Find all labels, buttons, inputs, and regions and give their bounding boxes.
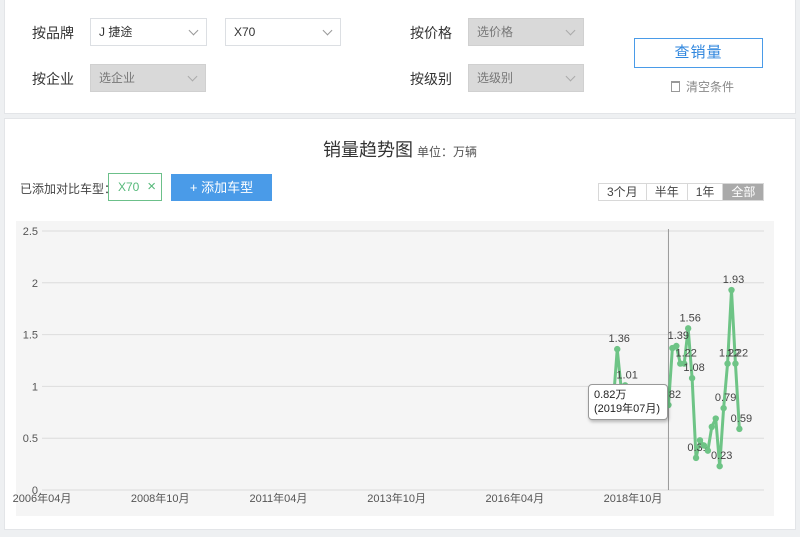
x-tick-label: 2013年10月 xyxy=(367,491,426,505)
y-tick-label: 1.5 xyxy=(23,330,38,342)
x-tick-label: 2016年04月 xyxy=(485,491,544,505)
chart-tooltip: 0.82万 (2019年07月) xyxy=(588,384,668,420)
data-point xyxy=(708,423,715,431)
data-point xyxy=(732,360,739,367)
data-point xyxy=(716,462,723,470)
data-label: 1.56 xyxy=(679,312,700,324)
tooltip-date: (2019年07月) xyxy=(594,403,661,415)
data-label: 0.59 xyxy=(731,413,752,425)
x-tick-label: 2011年04月 xyxy=(249,491,307,505)
tooltip-value: 0.82万 xyxy=(594,389,627,401)
data-label: 1.01 xyxy=(616,369,637,381)
data-point xyxy=(728,286,735,294)
sales-trend-chart: 00.511.522.52006年04月 2008年10月 2011年04月 2013… xyxy=(13,221,774,516)
data-label: 0.79 xyxy=(715,392,736,404)
data-label: 1.36 xyxy=(609,333,630,345)
y-tick-label: 1 xyxy=(32,381,38,393)
data-point xyxy=(720,404,727,412)
data-point xyxy=(712,415,719,422)
x-tick-label: 2006年04月 xyxy=(13,491,72,505)
data-point xyxy=(692,454,700,462)
y-tick-label: 2.5 xyxy=(23,226,38,238)
data-point xyxy=(736,425,743,433)
data-point xyxy=(684,325,692,332)
data-point xyxy=(724,360,731,367)
x-tick-label: 2018年10月 xyxy=(604,491,663,505)
data-label: 1.08 xyxy=(683,362,704,374)
data-point xyxy=(700,442,708,449)
plot-background xyxy=(16,221,774,516)
data-label: 1.22 xyxy=(676,348,697,360)
data-label: 1.93 xyxy=(723,274,744,286)
data-label: 1.22 xyxy=(727,348,748,360)
y-tick-label: 2 xyxy=(32,278,38,290)
data-label: 1.39 xyxy=(668,330,689,342)
y-tick-label: 0.5 xyxy=(23,433,38,445)
data-point xyxy=(696,437,704,444)
data-point xyxy=(688,374,696,382)
data-label: 0.23 xyxy=(711,450,732,462)
data-point xyxy=(614,345,621,353)
x-tick-label: 2008年10月 xyxy=(131,491,190,505)
